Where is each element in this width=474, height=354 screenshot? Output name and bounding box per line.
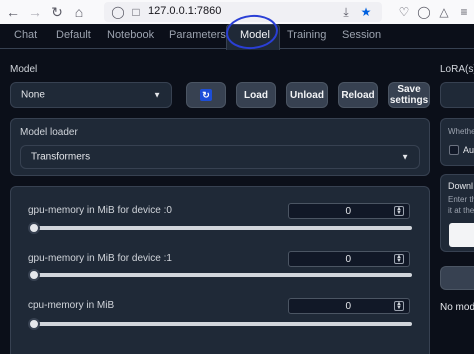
model-loader-value: Transformers (31, 151, 91, 163)
forward-icon[interactable]: → (26, 3, 44, 21)
gpu1-memory-slider-thumb[interactable] (28, 269, 40, 281)
shield-icon[interactable]: ◯ (110, 4, 126, 20)
save-settings-line1: Save (397, 84, 421, 95)
back-icon[interactable]: ← (4, 3, 22, 21)
tab-notebook[interactable]: Notebook (107, 29, 154, 41)
tab-chat[interactable]: Chat (14, 29, 37, 41)
spinner-icon[interactable]: ▲ ▼ (394, 206, 404, 216)
cpu-memory-value: 0 (345, 301, 351, 312)
model-loader-dropdown[interactable]: Transformers ▼ (20, 145, 420, 169)
whether-text: Whethe (448, 127, 474, 136)
gpu1-memory-input[interactable]: 0 ▲ ▼ (288, 251, 410, 267)
model-loader-label: Model loader (20, 127, 78, 138)
download-label: Downl (448, 181, 474, 191)
tab-training[interactable]: Training (287, 29, 326, 41)
tab-default[interactable]: Default (56, 29, 91, 41)
download-button[interactable] (440, 266, 474, 290)
gpu1-memory-value: 0 (345, 254, 351, 265)
account-icon[interactable]: ◯ (416, 3, 432, 21)
cpu-memory-input[interactable]: 0 ▲ ▼ (288, 298, 410, 314)
download-input[interactable] (449, 223, 474, 247)
extensions-icon[interactable]: △ (436, 3, 452, 21)
cpu-memory-label: cpu-memory in MiB (28, 300, 115, 311)
model-label: Model (10, 64, 38, 75)
browser-toolbar: ← → ↻ ⌂ ◯ □ 127.0.0.1:7860 ⤓ ★ ♡ ◯ △ ≡ (0, 0, 474, 25)
download-hint-line1: Enter th (448, 195, 474, 204)
url-text[interactable]: 127.0.0.1:7860 (148, 5, 221, 17)
model-dropdown[interactable]: None ▼ (10, 82, 172, 108)
reload-button[interactable]: Reload (338, 82, 378, 108)
lora-label: LoRA(s) (440, 64, 474, 75)
save-settings-line2: settings (389, 95, 429, 106)
refresh-icon: ↻ (200, 89, 212, 101)
menu-icon[interactable]: ≡ (456, 3, 472, 21)
gpu0-memory-slider-track[interactable] (30, 226, 412, 230)
save-settings-button[interactable]: Save settings (388, 82, 430, 108)
download-panel: Downl Enter th it at the (440, 174, 474, 252)
lora-options-panel: Whethe Au (440, 118, 474, 166)
address-bar[interactable]: ◯ □ 127.0.0.1:7860 ⤓ ★ (104, 2, 382, 22)
star-icon[interactable]: ★ (358, 4, 374, 20)
lora-dropdown[interactable] (440, 82, 474, 108)
download-hint-line2: it at the (448, 206, 474, 215)
model-dropdown-value: None (21, 89, 45, 101)
chevron-down-icon: ▼ (153, 90, 161, 100)
tab-model[interactable]: Model (240, 29, 270, 41)
page-icon[interactable]: □ (128, 4, 144, 20)
gpu0-memory-value: 0 (345, 206, 351, 217)
gpu1-memory-label: gpu-memory in MiB for device :1 (28, 253, 172, 264)
downloads-icon[interactable]: ⤓ (338, 4, 354, 20)
tab-session[interactable]: Session (342, 29, 381, 41)
gpu0-memory-input[interactable]: 0 ▲ ▼ (288, 203, 410, 219)
pocket-icon[interactable]: ♡ (396, 3, 412, 21)
auto-checkbox-label: Au (463, 145, 474, 155)
cpu-memory-slider-track[interactable] (30, 322, 412, 326)
chevron-down-icon: ▼ (401, 152, 409, 162)
spinner-icon[interactable]: ▲ ▼ (394, 254, 404, 264)
cpu-memory-slider-thumb[interactable] (28, 318, 40, 330)
tab-parameters[interactable]: Parameters (169, 29, 226, 41)
unload-button[interactable]: Unload (286, 82, 328, 108)
model-loader-panel: Model loader Transformers ▼ (10, 118, 430, 176)
spinner-icon[interactable]: ▲ ▼ (394, 301, 404, 311)
load-button[interactable]: Load (236, 82, 276, 108)
refresh-button[interactable]: ↻ (186, 82, 226, 108)
gpu0-memory-slider-thumb[interactable] (28, 222, 40, 234)
gpu0-memory-label: gpu-memory in MiB for device :0 (28, 205, 172, 216)
home-icon[interactable]: ⌂ (70, 3, 88, 21)
gpu1-memory-slider-track[interactable] (30, 273, 412, 277)
auto-checkbox[interactable] (449, 145, 459, 155)
no-model-text: No mode (440, 302, 474, 313)
reload-icon[interactable]: ↻ (48, 3, 66, 21)
